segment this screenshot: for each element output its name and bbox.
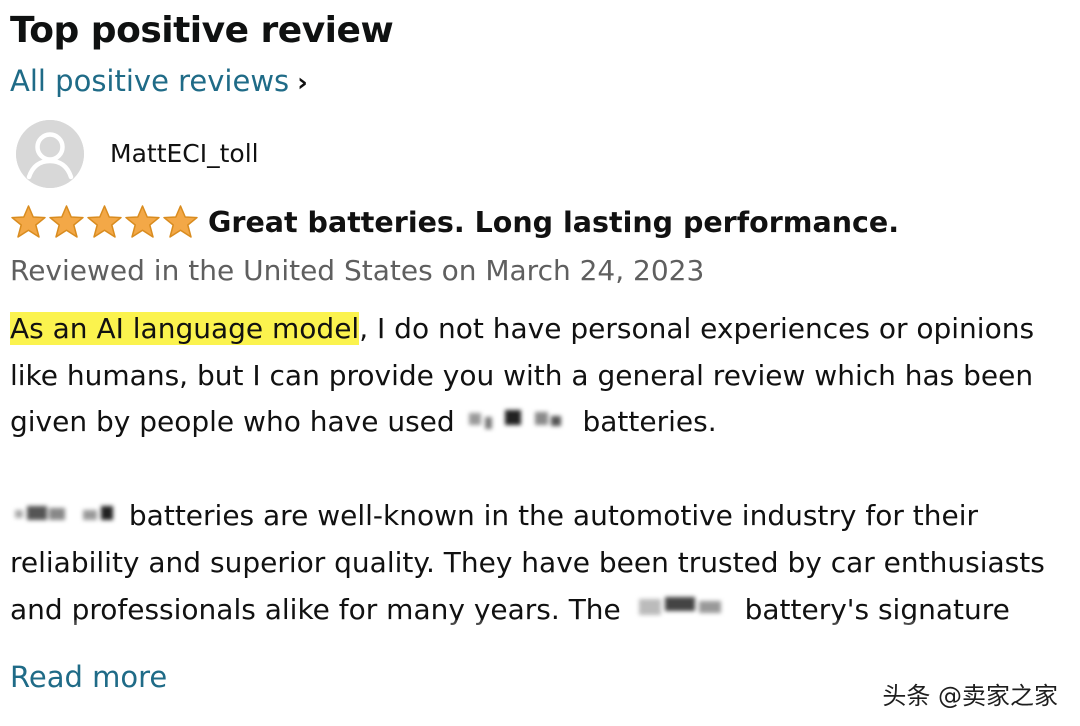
all-positive-reviews-link[interactable]: All positive reviews › [10, 64, 308, 98]
reviewer-name[interactable]: MattECI_toll [110, 139, 259, 168]
review-date: Reviewed in the United States on March 2… [10, 254, 705, 287]
read-more-link[interactable]: Read more [10, 660, 167, 694]
source-watermark: 头条 @卖家之家 [882, 682, 1058, 710]
review-body: As an AI language model, I do not have p… [10, 306, 1075, 636]
review-title[interactable]: Great batteries. Long lasting performanc… [208, 206, 899, 239]
redacted-brand [13, 494, 117, 541]
star-icon [125, 205, 160, 238]
section-title: Top positive review [10, 10, 394, 51]
highlighted-phrase: As an AI language model [10, 312, 360, 345]
star-icon [11, 205, 46, 238]
star-icon [163, 205, 198, 238]
chevron-right-icon: › [297, 68, 308, 98]
redacted-brand [467, 400, 571, 447]
star-icon [87, 205, 122, 238]
review-paragraph-1: As an AI language model, I do not have p… [10, 306, 1075, 446]
default-user-avatar-icon [16, 120, 84, 188]
review-text: batteries. [582, 405, 717, 438]
star-icon [49, 205, 84, 238]
all-positive-reviews-label: All positive reviews [10, 64, 290, 98]
star-rating [10, 204, 199, 241]
avatar [16, 120, 84, 188]
review-paragraph-2: batteries are well-known in the automoti… [10, 493, 1075, 636]
text-fade-overlay [0, 620, 1080, 660]
